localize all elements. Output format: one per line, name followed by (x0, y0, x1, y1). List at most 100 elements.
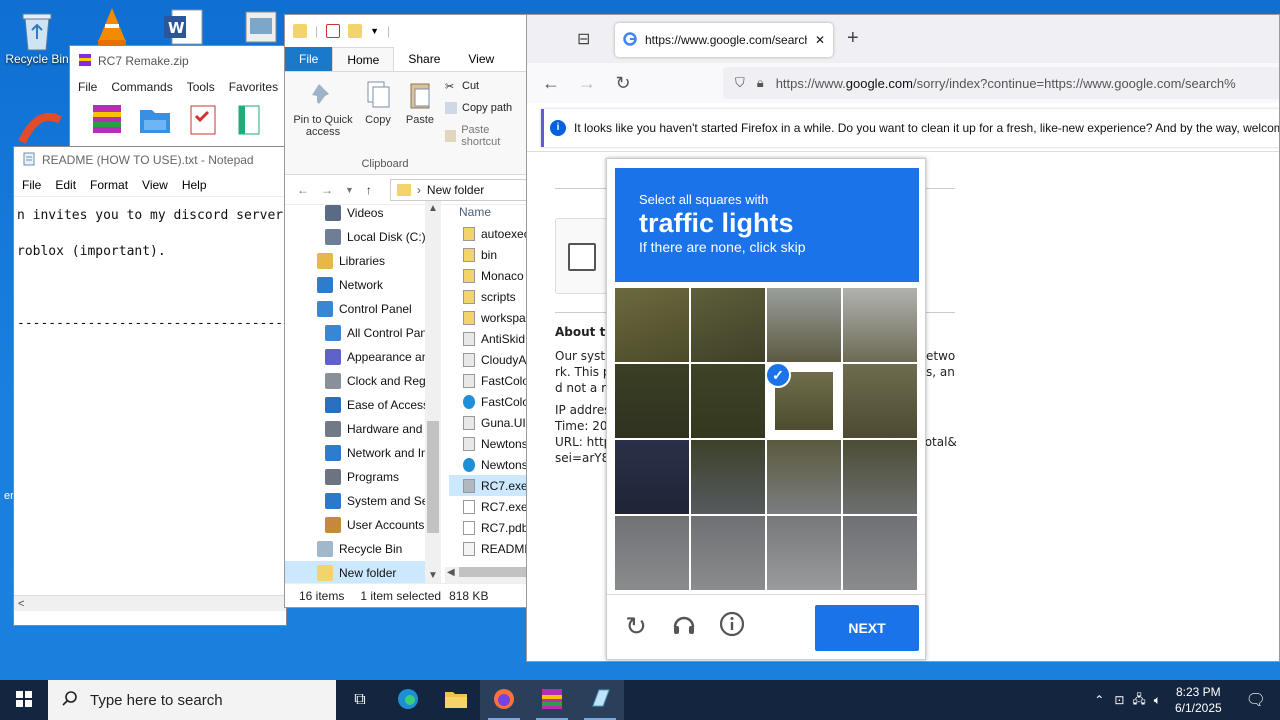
paste-button[interactable]: Paste (403, 80, 437, 126)
taskbar-edge[interactable] (384, 680, 432, 720)
captcha-tile[interactable] (767, 288, 841, 362)
test-icon[interactable] (186, 102, 220, 136)
notepad-menu-file[interactable]: File (22, 178, 41, 192)
notepad-horizontal-scrollbar[interactable]: < (14, 595, 286, 611)
file-row[interactable]: Guna.UI2 (449, 412, 527, 433)
tracking-shield-icon[interactable]: ⛉ (735, 75, 745, 91)
next-button[interactable]: NEXT (815, 605, 919, 651)
file-row[interactable]: Newtons (449, 454, 527, 475)
start-button[interactable] (0, 680, 48, 720)
volume-icon[interactable]: 🔈︎ (1150, 693, 1165, 708)
navigation-scrollbar[interactable]: ▲ ▼ (425, 201, 441, 583)
nav-item[interactable]: Libraries (285, 249, 441, 273)
forward-arrow-icon[interactable]: → (321, 183, 333, 197)
copy-button[interactable]: Copy (361, 80, 395, 126)
nav-item[interactable]: Programs (285, 465, 441, 489)
notepad-editor[interactable]: n invites you to my discord server roblo… (14, 197, 286, 595)
qat-dropdown-icon[interactable]: ▼ (370, 26, 379, 36)
notepad-menu-edit[interactable]: Edit (55, 178, 76, 192)
firefox-view-icon[interactable]: ⊟ (577, 29, 590, 49)
winrar-menu-favorites[interactable]: Favorites (229, 80, 278, 94)
file-row[interactable]: FastColo (449, 370, 527, 391)
column-header-name[interactable]: Name (449, 201, 527, 223)
copy-path-button[interactable]: Copy path (445, 102, 512, 114)
file-row[interactable]: AntiSkid (449, 328, 527, 349)
scroll-thumb[interactable] (458, 567, 527, 578)
notifications-icon[interactable]: 🗨︎ (1232, 690, 1280, 710)
file-row[interactable]: Newtons (449, 433, 527, 454)
taskbar-search[interactable]: Type here to search (48, 680, 336, 720)
file-row[interactable]: RC7.exe. (449, 496, 527, 517)
paste-shortcut-button[interactable]: Paste shortcut (445, 124, 527, 148)
scroll-up-icon[interactable]: ▲ (428, 203, 438, 214)
scroll-thumb[interactable] (427, 421, 439, 533)
new-tab-icon[interactable]: + (847, 27, 859, 50)
nav-item[interactable]: User Accounts (285, 513, 441, 537)
audio-challenge-icon[interactable] (669, 611, 699, 641)
taskbar-firefox[interactable] (480, 680, 528, 720)
captcha-tile[interactable] (843, 288, 917, 362)
notepad-menu-view[interactable]: View (142, 178, 168, 192)
back-icon[interactable]: ← (539, 71, 563, 95)
tab-share[interactable]: Share (394, 47, 454, 71)
file-row[interactable]: FastColo (449, 391, 527, 412)
notepad-window[interactable]: README (HOW TO USE).txt - Notepad File E… (13, 146, 287, 626)
vlc-icon[interactable] (94, 6, 130, 49)
taskbar-notepad[interactable] (576, 680, 624, 720)
file-list-horizontal-scrollbar[interactable]: ◀ (445, 567, 527, 583)
pin-to-quick-access-button[interactable]: Pin to Quick access (291, 80, 355, 138)
taskbar-winrar[interactable] (528, 680, 576, 720)
network-icon[interactable]: 🖧︎ (1128, 690, 1149, 711)
captcha-tile[interactable] (615, 516, 689, 590)
info-challenge-icon[interactable] (717, 611, 747, 641)
captcha-tile[interactable] (691, 516, 765, 590)
file-row[interactable]: bin (449, 244, 527, 265)
taskbar-file-explorer[interactable] (432, 680, 480, 720)
nav-item[interactable]: Network (285, 273, 441, 297)
file-row[interactable]: workspace (449, 307, 527, 328)
nav-item[interactable]: Appearance and Personalization (285, 345, 441, 369)
chrome-like-icon[interactable] (18, 112, 62, 149)
notepad-menu-format[interactable]: Format (90, 178, 128, 192)
winrar-menu-tools[interactable]: Tools (187, 80, 215, 94)
desktop-icon-recycle-bin[interactable]: Recycle Bin (0, 8, 74, 66)
image-file-icon[interactable] (244, 10, 278, 47)
forward-icon[interactable]: → (575, 71, 599, 95)
show-hidden-icons[interactable]: ⌃ (1088, 693, 1110, 707)
cut-button[interactable]: ✂ Cut (445, 80, 479, 93)
winrar-titlebar[interactable]: RC7 Remake.zip (70, 46, 288, 76)
nav-item[interactable]: System and Security (285, 489, 441, 513)
winrar-menu-commands[interactable]: Commands (111, 80, 172, 94)
nav-item[interactable]: All Control Panel Items (285, 321, 441, 345)
tab-file[interactable]: File (285, 47, 333, 71)
add-archive-icon[interactable] (90, 102, 124, 136)
nav-item[interactable]: Videos (285, 201, 441, 225)
captcha-tile[interactable] (615, 288, 689, 362)
reload-challenge-icon[interactable]: ↻ (621, 611, 651, 641)
close-tab-icon[interactable]: ✕ (815, 33, 825, 47)
captcha-tile[interactable] (691, 440, 765, 514)
file-row[interactable]: README (449, 538, 527, 559)
winrar-menu-file[interactable]: File (78, 80, 97, 94)
scroll-left-icon[interactable]: ◀ (447, 567, 455, 578)
captcha-tile[interactable] (615, 364, 689, 438)
recent-dropdown-icon[interactable]: ▼ (345, 185, 354, 195)
up-arrow-icon[interactable]: ↑ (366, 183, 372, 197)
network-status-icon[interactable]: ⊡ (1110, 693, 1128, 707)
captcha-tile[interactable] (767, 516, 841, 590)
file-row[interactable]: autoexec (449, 223, 527, 244)
address-box[interactable]: › New folder (389, 178, 527, 201)
captcha-tile[interactable] (843, 364, 917, 438)
nav-item[interactable]: Ease of Access (285, 393, 441, 417)
recaptcha-checkbox[interactable] (568, 243, 596, 271)
nav-item[interactable]: Clock and Region (285, 369, 441, 393)
notepad-menu-help[interactable]: Help (182, 178, 207, 192)
back-arrow-icon[interactable]: ← (297, 183, 309, 197)
task-view-button[interactable]: ⧉ (336, 680, 384, 720)
reload-icon[interactable]: ↻ (611, 71, 635, 95)
tab-view[interactable]: View (454, 47, 508, 71)
properties-icon[interactable] (326, 24, 341, 38)
new-folder-icon[interactable] (348, 24, 363, 38)
nav-item[interactable]: Local Disk (C:) (285, 225, 441, 249)
file-row[interactable]: scripts (449, 286, 527, 307)
